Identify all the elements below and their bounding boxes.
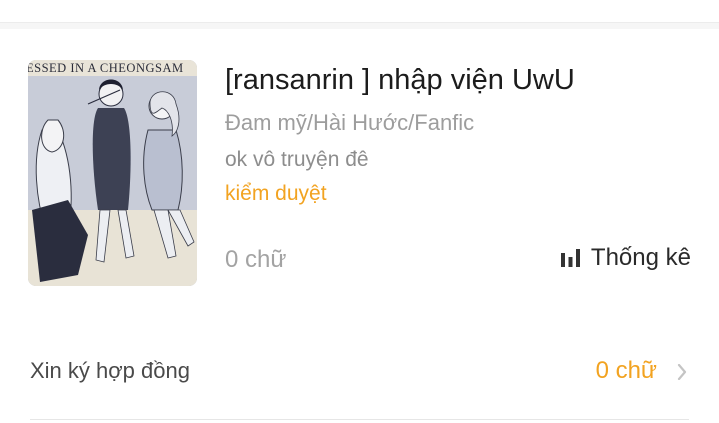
apply-contract-row[interactable]: Xin ký hợp đồng 0 chữ (30, 345, 689, 401)
chevron-right-icon (677, 364, 687, 380)
contract-word-count: 0 chữ (595, 357, 657, 384)
word-count: 0 chữ (225, 246, 287, 273)
bar-chart-icon (560, 249, 581, 267)
review-status-badge: kiểm duyệt (225, 182, 327, 205)
book-cover-image[interactable]: ESSED IN A CHEONGSAM (28, 60, 197, 286)
work-description: ok vô truyện đê (225, 148, 369, 171)
section-spacer (0, 23, 719, 29)
top-bar (0, 0, 719, 23)
cover-illustration: ESSED IN A CHEONGSAM (28, 60, 197, 286)
statistics-button[interactable]: Thống kê (560, 244, 691, 272)
work-title[interactable]: [ransanrin ] nhập viện UwU (225, 64, 575, 97)
row-divider (30, 419, 689, 420)
statistics-label: Thống kê (590, 244, 691, 271)
apply-contract-label: Xin ký hợp đồng (30, 358, 190, 383)
cover-caption: ESSED IN A CHEONGSAM (28, 61, 184, 75)
work-genres: Đam mỹ/Hài Hước/Fanfic (225, 110, 475, 135)
